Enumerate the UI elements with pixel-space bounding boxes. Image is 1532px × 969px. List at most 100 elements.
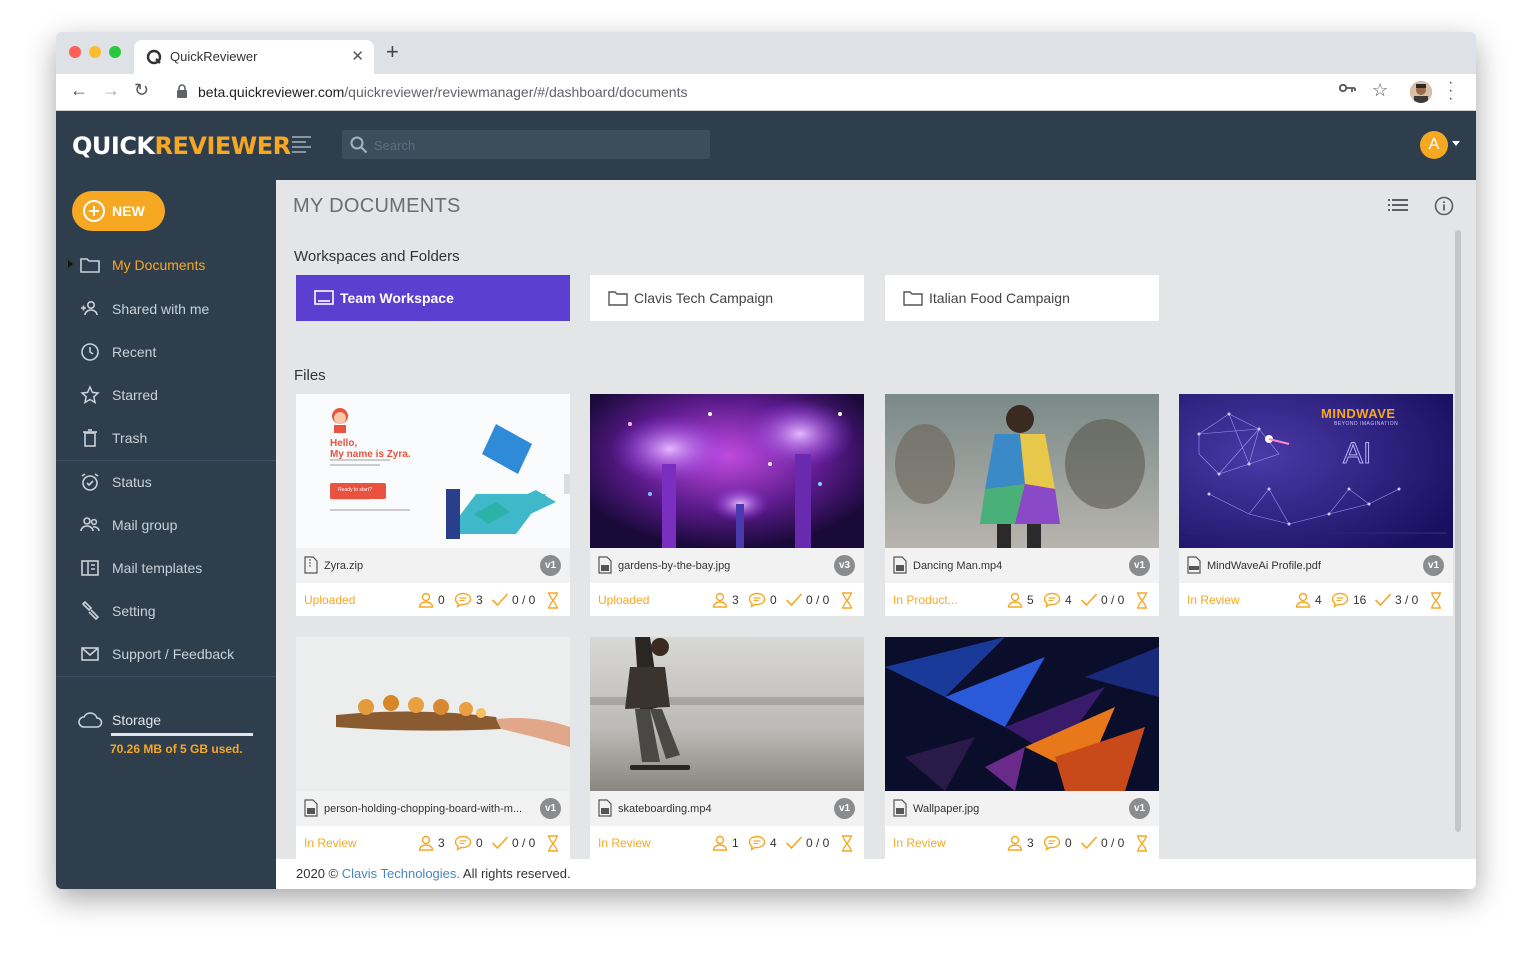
reload-icon[interactable]: ↻ bbox=[134, 80, 149, 101]
sidebar-item-shared[interactable]: Shared with me bbox=[56, 289, 276, 329]
hourglass-icon[interactable] bbox=[841, 835, 853, 852]
approvals-count: 0 / 0 bbox=[806, 836, 830, 850]
footer-suffix: All rights reserved. bbox=[460, 866, 571, 881]
minimize-window-button[interactable] bbox=[89, 46, 101, 58]
file-thumbnail[interactable]: Hello, My name is Zyra. Ready to start? bbox=[296, 394, 570, 548]
file-thumbnail[interactable] bbox=[590, 394, 864, 548]
zip-file-icon bbox=[304, 556, 318, 574]
sidebar-item-trash[interactable]: Trash bbox=[56, 418, 276, 458]
file-thumbnail[interactable] bbox=[885, 394, 1159, 548]
zyra-cta-text: Ready to start? bbox=[338, 487, 372, 493]
file-card[interactable]: Hello, My name is Zyra. Ready to start? … bbox=[296, 394, 570, 616]
tab-close-icon[interactable]: ✕ bbox=[351, 47, 364, 65]
version-badge[interactable]: v1 bbox=[834, 798, 855, 819]
file-card[interactable]: Dancing Man.mp4 v1 In Product... 5 4 0 /… bbox=[885, 394, 1159, 616]
sidebar-item-mail-group[interactable]: Mail group bbox=[56, 505, 276, 545]
url-field[interactable]: beta.quickreviewer.com/quickreviewer/rev… bbox=[176, 79, 1356, 105]
sidebar-item-support[interactable]: Support / Feedback bbox=[56, 634, 276, 674]
version-badge[interactable]: v1 bbox=[540, 798, 561, 819]
chevron-down-icon[interactable] bbox=[1452, 141, 1460, 146]
workspace-team[interactable]: Team Workspace bbox=[296, 275, 570, 321]
quickreviewer-logo[interactable]: QUICKREVIEWER bbox=[72, 132, 291, 160]
sidebar-item-mail-templates[interactable]: Mail templates bbox=[56, 548, 276, 588]
url-path: /quickreviewer/reviewmanager/#/dashboard… bbox=[344, 84, 688, 100]
status-badge: In Review bbox=[1187, 593, 1240, 607]
file-name: skateboarding.mp4 bbox=[618, 803, 712, 815]
sidebar-item-status[interactable]: Status bbox=[56, 462, 276, 502]
file-thumbnail[interactable]: MINDWAVE BEYOND IMAGINATION AI bbox=[1179, 394, 1453, 548]
new-button[interactable]: NEW bbox=[72, 191, 165, 231]
sidebar-item-starred[interactable]: Starred bbox=[56, 375, 276, 415]
back-arrow-icon[interactable]: ← bbox=[70, 80, 88, 101]
forward-arrow-icon[interactable]: → bbox=[102, 80, 120, 101]
file-name: person-holding-chopping-board-with-m... bbox=[324, 803, 523, 815]
sidebar-item-label: My Documents bbox=[112, 257, 206, 273]
file-thumbnail[interactable] bbox=[885, 637, 1159, 791]
reviewers-count: 0 bbox=[438, 593, 445, 607]
hourglass-icon[interactable] bbox=[1430, 592, 1442, 609]
trash-icon bbox=[83, 429, 97, 447]
zyra-greeting: Hello, bbox=[330, 438, 358, 449]
zyra-name-line: My name is Zyra. bbox=[330, 449, 411, 460]
folder-label: Clavis Tech Campaign bbox=[634, 290, 774, 306]
file-name: MindWaveAi Profile.pdf bbox=[1207, 560, 1321, 572]
version-badge[interactable]: v1 bbox=[1129, 555, 1150, 576]
browser-profile-avatar[interactable] bbox=[1410, 81, 1432, 103]
maximize-window-button[interactable] bbox=[109, 46, 121, 58]
address-bar: ← → ↻ beta.quickreviewer.com/quickreview… bbox=[56, 74, 1476, 111]
version-badge[interactable]: v1 bbox=[1423, 555, 1444, 576]
file-status-bar: In Review 3 0 0 / 0 bbox=[885, 826, 1159, 859]
hourglass-icon[interactable] bbox=[547, 592, 559, 609]
info-icon[interactable] bbox=[1434, 196, 1454, 216]
storage-used-text: 70.26 MB of 5 GB used. bbox=[110, 742, 243, 756]
image-file-icon bbox=[304, 799, 318, 817]
file-thumbnail[interactable] bbox=[296, 637, 570, 791]
hourglass-icon[interactable] bbox=[841, 592, 853, 609]
file-card[interactable]: person-holding-chopping-board-with-m... … bbox=[296, 637, 570, 859]
file-card[interactable]: skateboarding.mp4 v1 In Review 1 4 0 / 0 bbox=[590, 637, 864, 859]
shared-users-icon bbox=[81, 300, 98, 316]
check-icon bbox=[491, 836, 509, 850]
file-status-bar: Uploaded 0 3 0 / 0 bbox=[296, 583, 570, 616]
menu-toggle-icon[interactable] bbox=[292, 135, 312, 153]
search-input[interactable] bbox=[374, 135, 694, 155]
approvals-count: 0 / 0 bbox=[512, 593, 536, 607]
key-icon[interactable] bbox=[1339, 83, 1357, 93]
comments-count: 0 bbox=[770, 593, 777, 607]
hourglass-icon[interactable] bbox=[547, 835, 559, 852]
file-card[interactable]: gardens-by-the-bay.jpg v3 Uploaded 3 0 0… bbox=[590, 394, 864, 616]
sidebar-item-label: Status bbox=[112, 474, 152, 490]
file-card[interactable]: MINDWAVE BEYOND IMAGINATION AI MindWaveA… bbox=[1179, 394, 1453, 616]
hourglass-icon[interactable] bbox=[1136, 592, 1148, 609]
folder-clavis-tech-campaign[interactable]: Clavis Tech Campaign bbox=[590, 275, 864, 321]
skateboarding-preview-image bbox=[590, 637, 864, 791]
sidebar-item-setting[interactable]: Setting bbox=[56, 591, 276, 631]
browser-menu-icon[interactable]: · · · bbox=[1448, 75, 1453, 107]
list-view-icon[interactable] bbox=[1388, 198, 1408, 212]
version-badge[interactable]: v3 bbox=[834, 555, 855, 576]
file-name-bar: skateboarding.mp4 v1 bbox=[590, 791, 864, 826]
folder-icon bbox=[608, 291, 628, 306]
alarm-icon bbox=[81, 473, 99, 491]
new-tab-button[interactable]: + bbox=[386, 41, 399, 63]
version-badge[interactable]: v1 bbox=[540, 555, 561, 576]
scrollbar[interactable] bbox=[1455, 230, 1461, 832]
sidebar-item-recent[interactable]: Recent bbox=[56, 332, 276, 372]
version-badge[interactable]: v1 bbox=[1129, 798, 1150, 819]
file-name-bar: person-holding-chopping-board-with-m... … bbox=[296, 791, 570, 826]
comments-count: 3 bbox=[476, 593, 483, 607]
sidebar-item-my-documents[interactable]: My Documents bbox=[56, 245, 276, 285]
page-title: MY DOCUMENTS bbox=[293, 195, 461, 217]
file-card[interactable]: Wallpaper.jpg v1 In Review 3 0 0 / 0 bbox=[885, 637, 1159, 859]
close-window-button[interactable] bbox=[69, 46, 81, 58]
file-status-bar: In Product... 5 4 0 / 0 bbox=[885, 583, 1159, 616]
footer-company-link[interactable]: Clavis Technologies. bbox=[342, 866, 460, 881]
folder-italian-food-campaign[interactable]: Italian Food Campaign bbox=[885, 275, 1159, 321]
browser-tab-bar: QuickReviewer ✕ + bbox=[56, 32, 1476, 74]
comments-count: 4 bbox=[1065, 593, 1072, 607]
hourglass-icon[interactable] bbox=[1136, 835, 1148, 852]
user-avatar[interactable]: A bbox=[1420, 131, 1448, 159]
bookmark-star-icon[interactable]: ☆ bbox=[1372, 80, 1388, 101]
browser-tab[interactable]: QuickReviewer ✕ bbox=[134, 40, 374, 74]
file-thumbnail[interactable] bbox=[590, 637, 864, 791]
